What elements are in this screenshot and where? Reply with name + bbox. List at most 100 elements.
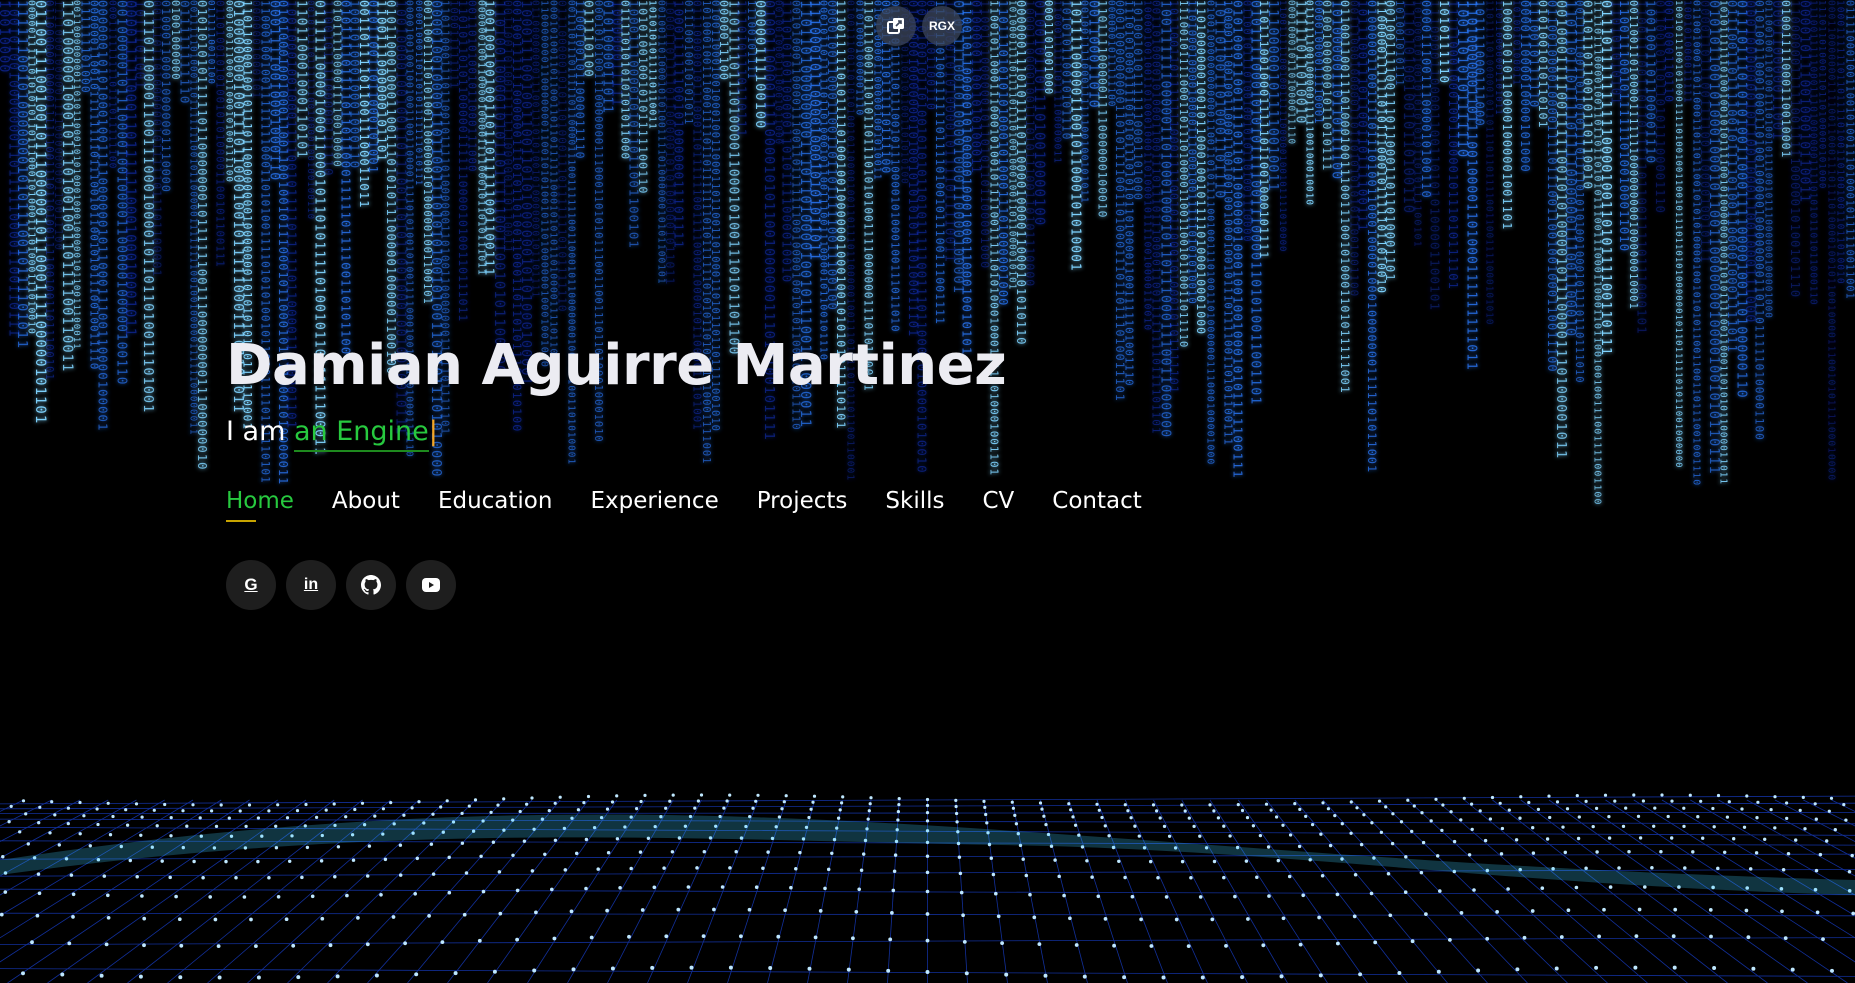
grid-node — [596, 867, 600, 871]
grid-node — [1621, 824, 1626, 829]
nav-projects[interactable]: Projects — [757, 488, 848, 522]
rgx-badge-button[interactable]: RGX — [922, 6, 962, 46]
grid-node — [550, 887, 554, 892]
grid-node — [1321, 801, 1325, 805]
grid-node — [738, 934, 743, 939]
grid-node — [335, 974, 340, 979]
grid-node — [1112, 943, 1117, 948]
grid-node — [497, 870, 502, 874]
grid-node — [256, 975, 261, 980]
grid-node — [1785, 816, 1789, 821]
grid-node — [214, 824, 219, 829]
grid-node — [1317, 915, 1321, 920]
grid-line — [1040, 799, 1088, 983]
nav-cv[interactable]: CV — [982, 488, 1014, 522]
grid-node — [522, 839, 527, 843]
grid-node — [1716, 866, 1720, 871]
grid-node — [1358, 972, 1363, 977]
grid-node — [1024, 873, 1029, 878]
grid-node — [1107, 834, 1111, 838]
nav-skills[interactable]: Skills — [885, 488, 944, 522]
external-window-icon[interactable] — [876, 6, 916, 46]
grid-node — [1397, 971, 1402, 975]
grid-node — [351, 858, 356, 862]
grid-node — [798, 850, 802, 855]
grid-node — [766, 850, 770, 854]
grid-node — [1281, 823, 1285, 827]
grid-node — [812, 794, 817, 798]
grid-node — [1010, 800, 1014, 804]
grid-node — [552, 936, 557, 941]
google-link[interactable]: G — [226, 560, 276, 610]
grid-node — [897, 803, 901, 807]
grid-node — [1340, 822, 1344, 826]
grid-node — [1825, 839, 1829, 843]
grid-node — [389, 801, 393, 805]
nav-education[interactable]: Education — [438, 488, 553, 522]
grid-node — [1130, 894, 1135, 899]
grid-node — [1584, 799, 1588, 803]
grid-node — [1370, 821, 1374, 825]
grid-node — [1751, 966, 1756, 971]
grid-node — [305, 845, 310, 850]
grid-node — [498, 911, 503, 916]
grid-node — [1261, 943, 1266, 948]
grid-node — [1149, 944, 1154, 948]
grid-node — [686, 885, 691, 889]
grid-node — [925, 854, 930, 858]
grid-node — [1288, 833, 1293, 837]
grid-node — [958, 871, 963, 876]
grid-node — [957, 855, 962, 859]
grid-node — [582, 801, 586, 805]
grid-node — [1095, 802, 1099, 806]
grid-node — [353, 807, 357, 812]
grid-node — [1554, 966, 1559, 971]
grid-node — [1198, 895, 1203, 899]
grid-node — [1821, 937, 1825, 942]
grid-node — [1122, 975, 1127, 980]
grid-node — [1320, 873, 1325, 878]
grid-node — [295, 809, 300, 813]
grid-node — [314, 815, 319, 820]
grid-node — [319, 859, 324, 863]
youtube-link[interactable] — [406, 560, 456, 610]
grid-node — [530, 796, 534, 800]
grid-node — [1472, 888, 1476, 892]
grid-node — [473, 798, 478, 802]
grid-node — [367, 844, 372, 848]
grid-node — [383, 857, 388, 862]
grid-node — [1180, 859, 1185, 864]
nav-about[interactable]: About — [332, 488, 400, 522]
grid-node — [728, 965, 733, 970]
grid-node — [640, 908, 645, 912]
grid-node — [701, 934, 706, 939]
grid-node — [1659, 849, 1663, 854]
grid-node — [826, 867, 831, 872]
grid-node — [1636, 814, 1641, 819]
grid-node — [1, 854, 5, 859]
linkedin-link[interactable]: in — [286, 560, 336, 610]
grid-node — [1818, 852, 1823, 857]
grid-node — [925, 970, 930, 974]
grid-node — [1208, 803, 1212, 807]
grid-node — [1829, 796, 1834, 800]
grid-node — [1021, 857, 1025, 861]
grid-node — [639, 799, 643, 804]
nav-experience[interactable]: Experience — [590, 488, 718, 522]
grid-node — [925, 870, 930, 875]
grid-node — [1813, 802, 1817, 806]
grid-node — [784, 794, 788, 798]
github-link[interactable] — [346, 560, 396, 610]
grid-node — [168, 875, 172, 880]
grid-node — [1117, 859, 1121, 864]
grid-node — [1682, 824, 1686, 829]
grid-node — [224, 859, 228, 864]
nav-home[interactable]: Home — [226, 488, 294, 522]
grid-line — [1520, 799, 1768, 983]
nav-contact[interactable]: Contact — [1052, 488, 1141, 522]
grid-node — [1298, 807, 1302, 811]
grid-node — [403, 941, 408, 946]
grid-node — [1042, 814, 1046, 818]
grid-node — [991, 872, 996, 877]
social-links: G in — [226, 560, 1142, 610]
